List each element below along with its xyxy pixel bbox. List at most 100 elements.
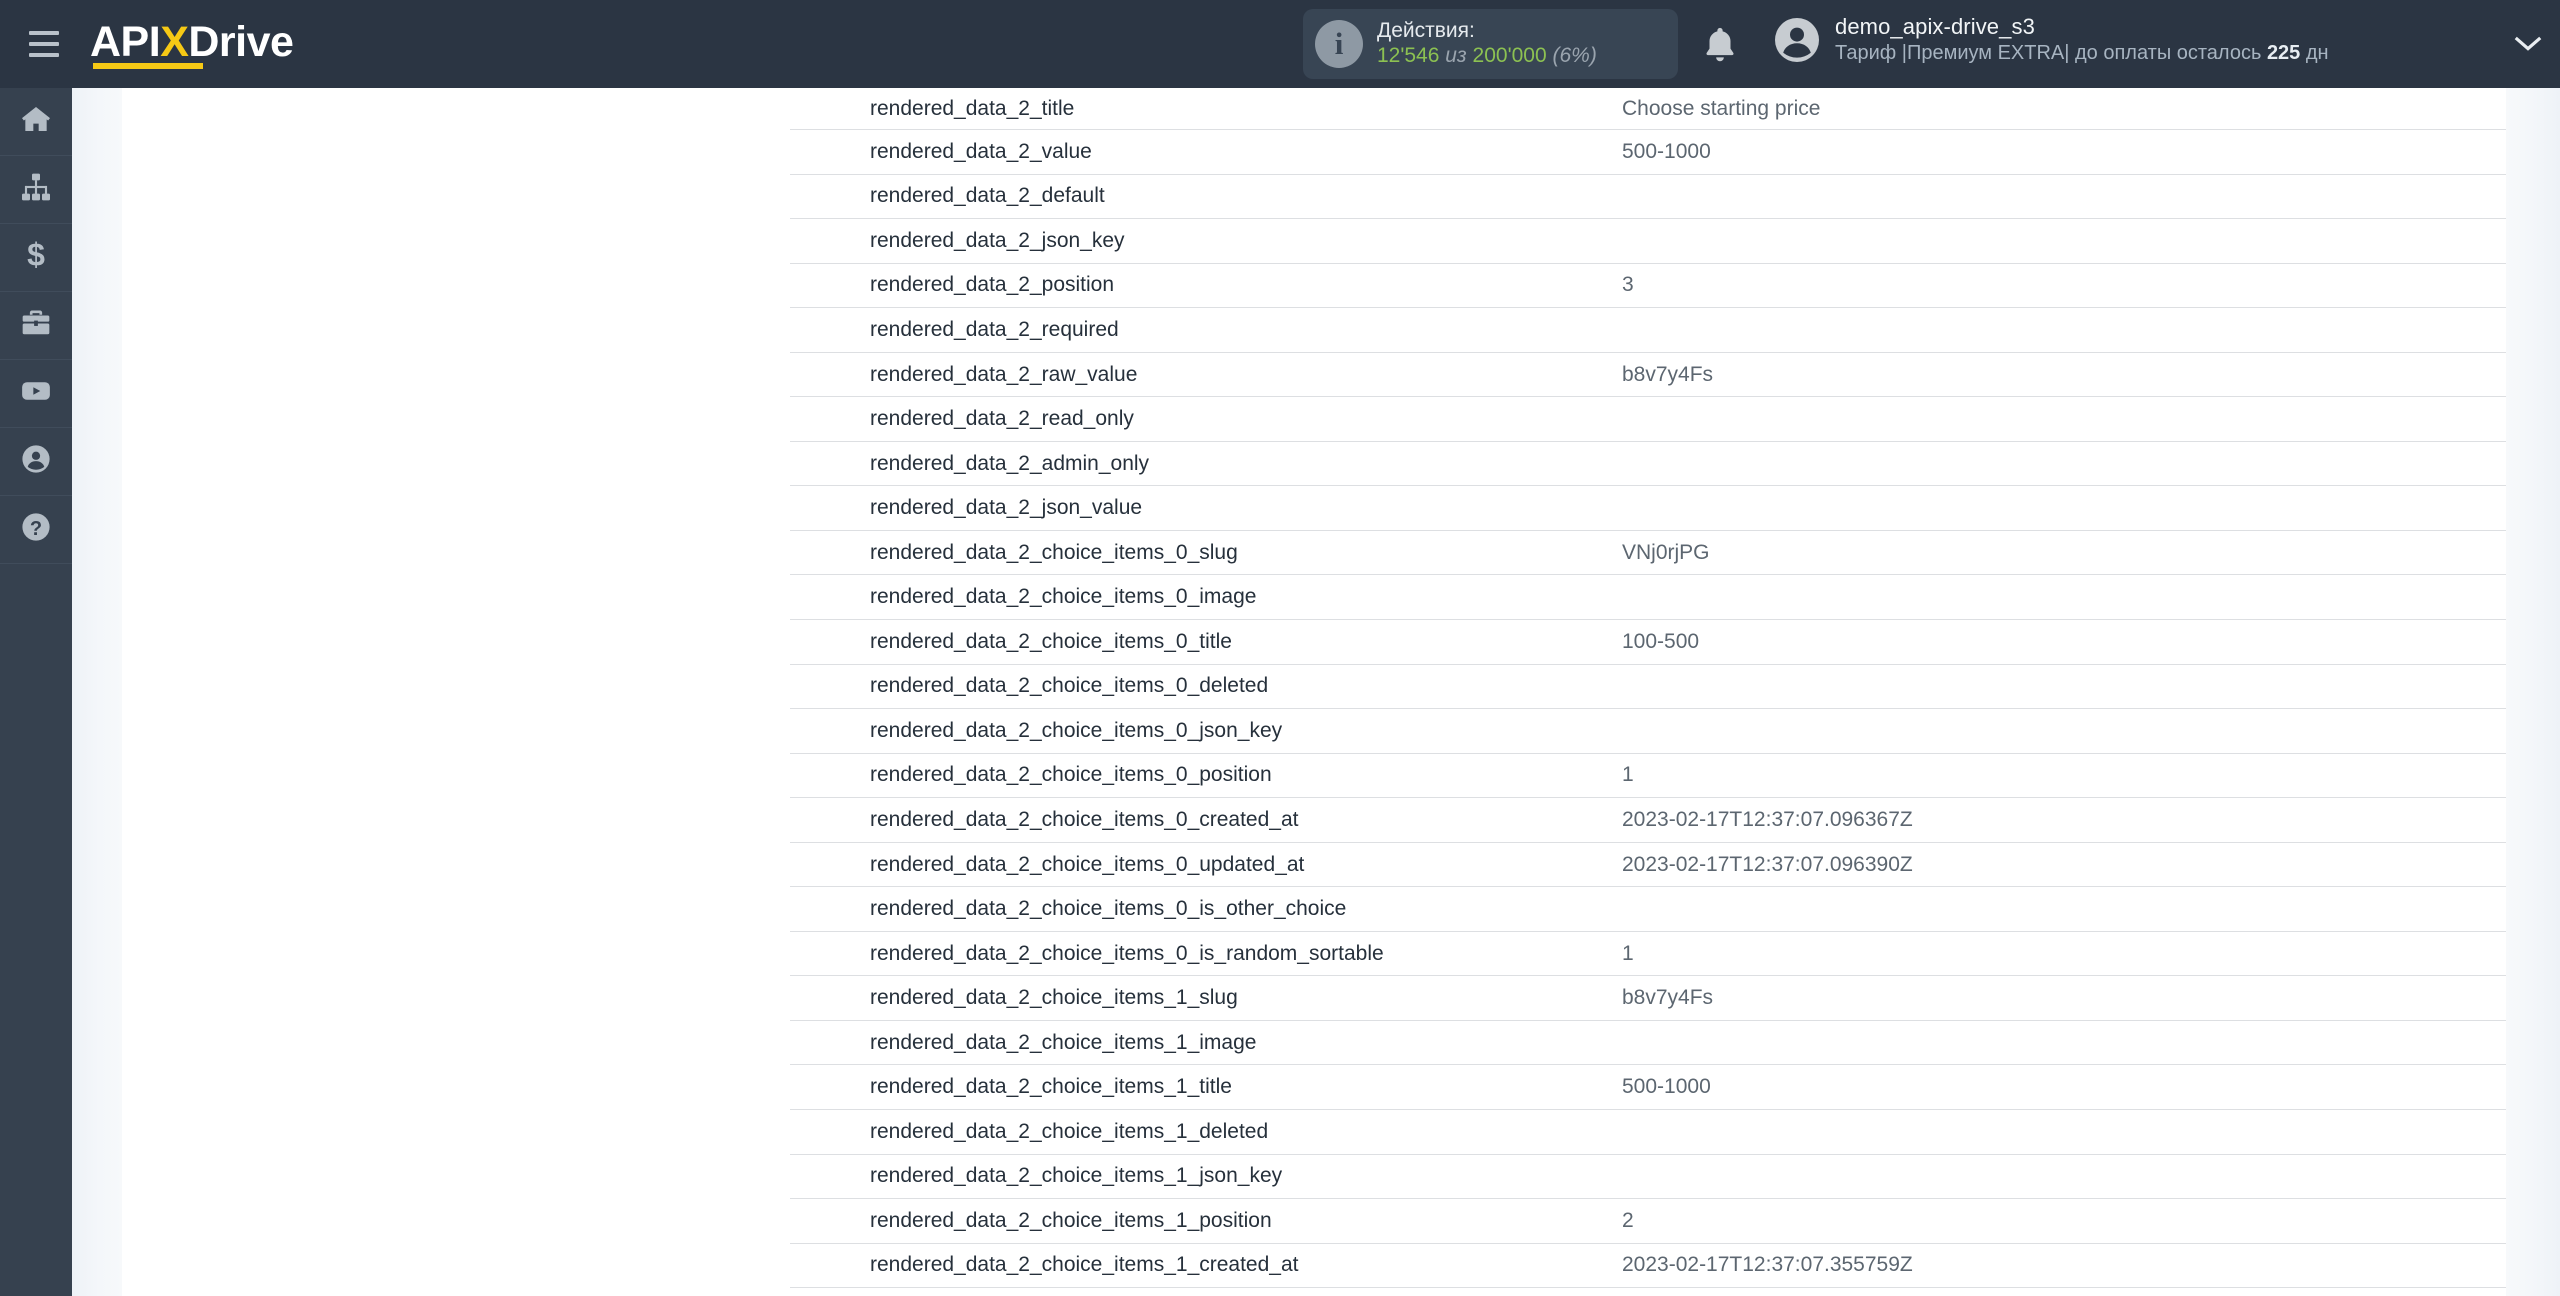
left-icon-rail: $ ? <box>0 88 72 1296</box>
table-cell-key: rendered_data_2_choice_items_0_position <box>870 763 1272 787</box>
chevron-down-icon[interactable] <box>2514 34 2542 52</box>
table-cell-key: rendered_data_2_choice_items_1_position <box>870 1208 1272 1232</box>
briefcase-icon <box>20 307 52 344</box>
table-row[interactable]: rendered_data_2_choice_items_0_is_other_… <box>790 887 2560 932</box>
table-cell-key: rendered_data_2_choice_items_1_deleted <box>870 1119 1269 1143</box>
youtube-icon <box>20 375 52 412</box>
table-cell-value: 2023-02-17T12:37:07.096390Z <box>1622 852 1913 876</box>
sidebar-item-video[interactable] <box>0 360 72 428</box>
table-row[interactable]: rendered_data_2_choice_items_0_is_random… <box>790 932 2560 977</box>
table-row[interactable]: rendered_data_2_choice_items_0_updated_a… <box>790 843 2560 888</box>
table-row[interactable]: rendered_data_2_choice_items_1_slug b8v7y… <box>790 976 2560 1021</box>
notification-bell-icon[interactable] <box>1699 24 1741 66</box>
sidebar-item-help[interactable]: ? <box>0 496 72 564</box>
table-cell-key: rendered_data_2_required <box>870 317 1119 341</box>
table-row[interactable]: rendered_data_2_choice_items_0_deleted <box>790 665 2560 710</box>
table-cell-value: VNj0rjPG <box>1622 540 1710 564</box>
actions-total: 200'000 <box>1472 44 1547 67</box>
table-cell-value: 2 <box>1622 1208 1634 1232</box>
table-cell-value: 2023-02-17T12:37:07.355759Z <box>1622 1253 1913 1277</box>
table-cell-key: rendered_data_2_choice_items_0_is_other_… <box>870 897 1347 921</box>
question-circle-icon: ? <box>20 511 52 548</box>
brand-logo-drive: Drive <box>188 17 294 66</box>
table-cell-value: 500-1000 <box>1622 1075 1711 1099</box>
table-cell-key: rendered_data_2_json_key <box>870 228 1125 252</box>
table-cell-key: rendered_data_2_choice_items_1_json_key <box>870 1164 1283 1188</box>
table-row[interactable]: rendered_data_2_choice_items_0_title 100-… <box>790 620 2560 665</box>
brand-underline <box>93 63 203 69</box>
table-cell-key: rendered_data_2_admin_only <box>870 451 1150 475</box>
table-cell-key: rendered_data_2_choice_items_1_created_a… <box>870 1253 1299 1277</box>
svg-text:$: $ <box>27 239 45 271</box>
brand-logo[interactable]: APIXDrive <box>90 0 294 88</box>
user-name: demo_apix-drive_s3 <box>1835 14 2035 39</box>
table-row[interactable]: rendered_data_2_title Choose starting pri… <box>790 88 2560 130</box>
actions-quota-badge[interactable]: i Действия: 12'546 из 200'000 (6%) <box>1303 9 1678 79</box>
table-row[interactable]: rendered_data_2_value 500-1000 <box>790 130 2560 175</box>
brand-logo-x: X <box>160 17 189 66</box>
sidebar-item-home[interactable] <box>0 88 72 156</box>
table-cell-key: rendered_data_2_choice_items_0_slug <box>870 540 1238 564</box>
hamburger-bar <box>29 31 59 35</box>
table-row[interactable]: rendered_data_2_choice_items_1_json_key <box>790 1155 2560 1200</box>
table-row[interactable]: rendered_data_2_default <box>790 175 2560 220</box>
user-account-menu[interactable]: demo_apix-drive_s3 Тариф |Премиум EXTRA|… <box>1773 14 2329 65</box>
table-cell-key: rendered_data_2_read_only <box>870 407 1134 431</box>
user-plan-line: Тариф |Премиум EXTRA| до оплаты осталось… <box>1835 41 2329 65</box>
table-cell-value: 100-500 <box>1622 629 1700 653</box>
table-cell-value: 3 <box>1622 273 1634 297</box>
table-cell-value: b8v7y4Fs <box>1622 362 1714 386</box>
table-row[interactable]: rendered_data_2_choice_items_0_json_key <box>790 709 2560 754</box>
user-plan-days: 225 <box>2266 41 2301 64</box>
table-cell-key: rendered_data_2_raw_value <box>870 362 1138 386</box>
hamburger-bar <box>29 53 59 57</box>
user-avatar-icon <box>1773 16 1821 64</box>
table-row[interactable]: rendered_data_2_read_only <box>790 397 2560 442</box>
table-cell-key: rendered_data_2_choice_items_0_is_random… <box>870 941 1384 965</box>
table-cell-value: 1 <box>1622 763 1634 787</box>
hamburger-menu-icon[interactable] <box>0 0 88 88</box>
table-row[interactable]: rendered_data_2_choice_items_1_deleted <box>790 1110 2560 1155</box>
table-body: rendered_data_2_title Choose starting pri… <box>790 88 2560 1296</box>
table-row[interactable]: rendered_data_2_json_key <box>790 219 2560 264</box>
user-plan-prefix: Тариф |Премиум EXTRA| до оплаты осталось <box>1835 41 2267 64</box>
table-cell-value: Choose starting price <box>1622 96 1821 120</box>
table-row[interactable]: rendered_data_2_required <box>790 308 2560 353</box>
table-row[interactable]: rendered_data_2_admin_only <box>790 442 2560 487</box>
actions-used: 12'546 <box>1377 44 1440 67</box>
table-row[interactable]: rendered_data_2_choice_items_0_position 1 <box>790 754 2560 799</box>
table-row[interactable]: rendered_data_2_position 3 <box>790 264 2560 309</box>
user-info-text: demo_apix-drive_s3 Тариф |Премиум EXTRA|… <box>1835 14 2329 65</box>
table-cell-key: rendered_data_2_title <box>870 96 1075 120</box>
table-cell-value: b8v7y4Fs <box>1622 986 1714 1010</box>
actions-quota-text: Действия: 12'546 из 200'000 (6%) <box>1377 19 1597 69</box>
table-cell-value: 2023-02-17T12:37:07.096367Z <box>1622 807 1913 831</box>
svg-text:?: ? <box>30 518 42 540</box>
table-row[interactable]: rendered_data_2_raw_value b8v7y4Fs <box>790 353 2560 398</box>
table-cell-key: rendered_data_2_choice_items_0_deleted <box>870 674 1269 698</box>
table-row[interactable]: rendered_data_2_choice_items_1_position 2 <box>790 1199 2560 1244</box>
table-row[interactable]: rendered_data_2_choice_items_0_slug VNj0r… <box>790 531 2560 576</box>
table-cell-key: rendered_data_2_choice_items_0_title <box>870 629 1232 653</box>
dollar-icon: $ <box>20 237 52 276</box>
user-circle-icon <box>20 443 52 480</box>
table-cell-key: rendered_data_2_value <box>870 139 1092 163</box>
table-row[interactable]: rendered_data_2_choice_items_1_created_a… <box>790 1244 2560 1289</box>
table-cell-key: rendered_data_2_default <box>870 184 1105 208</box>
table-row[interactable]: rendered_data_2_json_value <box>790 486 2560 531</box>
table-row[interactable]: rendered_data_2_choice_items_0_image <box>790 575 2560 621</box>
sidebar-item-connections[interactable] <box>0 156 72 224</box>
sitemap-icon <box>20 171 52 208</box>
table-row[interactable]: rendered_data_2_choice_items_1_title 500-… <box>790 1065 2560 1111</box>
top-header-bar: APIXDrive i Действия: 12'546 из 200'000 … <box>0 0 2560 88</box>
table-cell-value: 1 <box>1622 941 1634 965</box>
right-gutter <box>2506 88 2560 1296</box>
sidebar-item-account[interactable] <box>0 428 72 496</box>
table-row[interactable]: rendered_data_2_choice_items_1_updated_a… <box>790 1288 2560 1296</box>
table-row[interactable]: rendered_data_2_choice_items_1_image <box>790 1021 2560 1066</box>
table-cell-key: rendered_data_2_choice_items_1_title <box>870 1075 1232 1099</box>
sidebar-item-business[interactable] <box>0 292 72 360</box>
sidebar-item-billing[interactable]: $ <box>0 224 72 292</box>
table-row[interactable]: rendered_data_2_choice_items_0_created_a… <box>790 798 2560 843</box>
table-cell-value: 500-1000 <box>1622 139 1711 163</box>
